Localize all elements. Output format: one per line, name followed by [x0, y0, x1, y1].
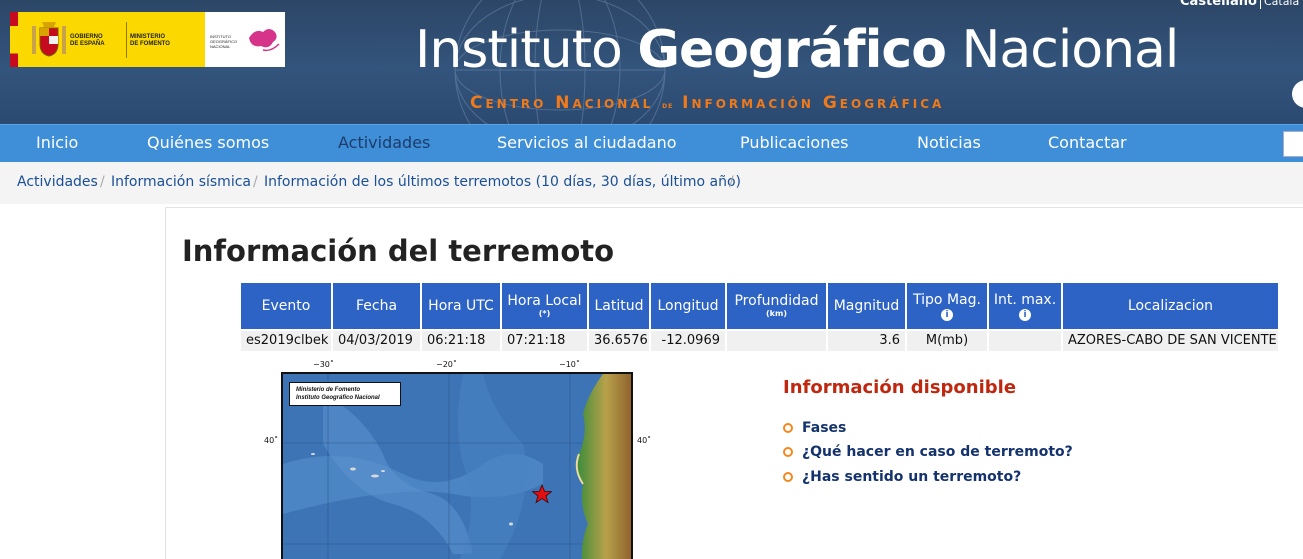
map-label-lat-left: 40˚ [264, 436, 279, 445]
gov-spain-text: GOBIERNO DE ESPAÑA [70, 34, 105, 47]
th-longitud: Longitud [651, 283, 725, 329]
coat-of-arms-icon [32, 22, 66, 57]
map-label-lat-right: 40˚ [637, 436, 652, 445]
spain-flag-stripe [10, 12, 18, 67]
cell-hora-utc: 06:21:18 [422, 331, 500, 351]
nav-noticias[interactable]: Noticias [917, 133, 981, 152]
th-int-max: Int. max. i [989, 283, 1061, 329]
nav-actividades[interactable]: Actividades [338, 133, 430, 152]
page-title: Información del terremoto [182, 234, 615, 268]
info-icon[interactable]: i [941, 308, 953, 321]
nav-publicaciones[interactable]: Publicaciones [740, 133, 849, 152]
government-logo[interactable]: GOBIERNO DE ESPAÑA MINISTERIO DE FOMENTO… [10, 12, 285, 67]
cell-localizacion: AZORES-CABO DE SAN VICENTE [1063, 331, 1278, 351]
star-marker-icon [532, 484, 552, 504]
cell-tipo-mag: M(mb) [907, 331, 987, 351]
header-round-button[interactable] [1292, 80, 1303, 108]
cnig-logo-icon [249, 29, 280, 52]
th-evento: Evento [241, 283, 331, 329]
map-label-lon-10: −10˚ [559, 360, 580, 369]
cell-evento: es2019clbek [241, 331, 331, 351]
th-magnitud: Magnitud [828, 283, 905, 329]
site-header: GOBIERNO DE ESPAÑA MINISTERIO DE FOMENTO… [0, 0, 1303, 124]
cell-fecha: 04/03/2019 [333, 331, 420, 351]
site-title: Instituto Geográfico Nacional [415, 20, 1179, 80]
breadcrumb-actividades[interactable]: Actividades [17, 174, 98, 190]
cell-longitud: -12.0969 [651, 331, 725, 351]
breadcrumb-ultimos-terremotos[interactable]: Información de los últimos terremotos (1… [264, 174, 741, 190]
epicenter-map[interactable]: Ministerio de Fomento Instituto Geográfi… [281, 372, 633, 559]
info-link-has-sentido[interactable]: ¿Has sentido un terremoto? [783, 469, 1021, 485]
ign-small-text: INSTITUTO GEOGRÁFICO NACIONAL [210, 34, 238, 49]
map-label-lon-30: −30˚ [313, 360, 334, 369]
search-input[interactable] [1283, 131, 1303, 157]
map-legend-box: Ministerio de Fomento Instituto Geográfi… [289, 382, 401, 406]
info-icon[interactable]: i [1019, 308, 1031, 321]
cell-profundidad [727, 331, 826, 351]
nav-servicios[interactable]: Servicios al ciudadano [497, 133, 677, 152]
circle-bullet-icon [783, 423, 793, 433]
cell-latitud: 36.6576 [589, 331, 649, 351]
nav-quienes-somos[interactable]: Quiénes somos [147, 133, 269, 152]
nav-contactar[interactable]: Contactar [1048, 133, 1127, 152]
info-section-title: Información disponible [783, 377, 1017, 398]
cell-int-max [989, 331, 1061, 351]
th-latitud: Latitud [589, 283, 649, 329]
info-link-que-hacer[interactable]: ¿Qué hacer en caso de terremoto? [783, 444, 1073, 460]
th-localizacion: Localizacion [1063, 283, 1278, 329]
th-hora-utc: Hora UTC [422, 283, 500, 329]
lang-castellano[interactable]: Castellano [1180, 0, 1257, 9]
ministry-text: MINISTERIO DE FOMENTO [130, 34, 170, 47]
circle-bullet-icon [783, 447, 793, 457]
lang-catala[interactable]: Català [1264, 0, 1299, 8]
th-profundidad: Profundidad (km) [727, 283, 826, 329]
cell-hora-local: 07:21:18 [502, 331, 587, 351]
breadcrumb: Actividades / Información sísmica / Info… [0, 162, 1303, 204]
main-nav: Inicio Quiénes somos Actividades Servici… [0, 124, 1303, 162]
th-fecha: Fecha [333, 283, 420, 329]
info-link-fases[interactable]: Fases [783, 420, 846, 436]
language-selector: Castellano Català [1180, 0, 1299, 9]
breadcrumb-informacion-sismica[interactable]: Información sísmica [111, 174, 251, 190]
site-subtitle: Centro Nacional de Información Geográfic… [470, 93, 945, 113]
circle-bullet-icon [783, 472, 793, 482]
th-tipo-mag: Tipo Mag. i [907, 283, 987, 329]
nav-inicio[interactable]: Inicio [36, 133, 78, 152]
map-label-lon-20: −20˚ [436, 360, 457, 369]
cell-magnitud: 3.6 [828, 331, 905, 351]
th-hora-local: Hora Local (*) [502, 283, 587, 329]
